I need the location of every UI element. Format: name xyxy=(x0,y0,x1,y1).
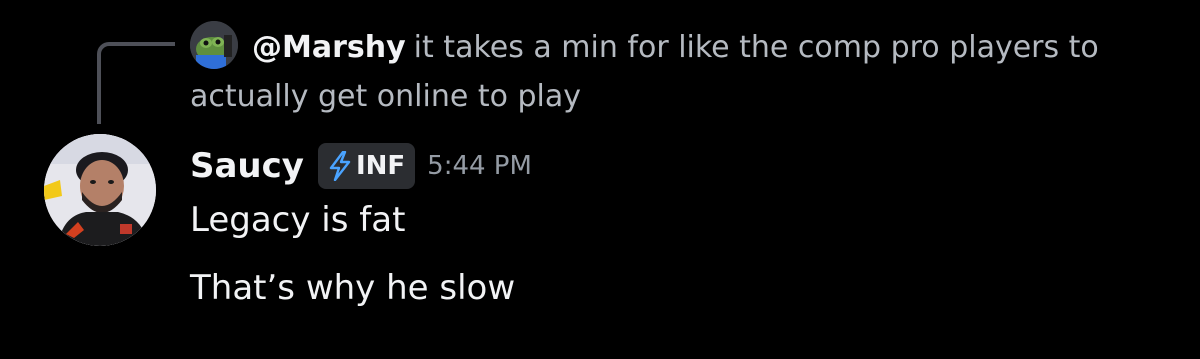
reply-author-name[interactable]: @Marshy xyxy=(252,30,406,65)
clan-tag-label: INF xyxy=(355,151,406,181)
message-timestamp: 5:44 PM xyxy=(427,151,532,181)
message-line: That’s why he slow xyxy=(190,268,516,308)
frog-avatar-icon[interactable] xyxy=(190,20,238,69)
reply-preview[interactable]: @Marshy it takes a min for like the comp … xyxy=(190,20,1180,121)
chat-message: @Marshy it takes a min for like the comp … xyxy=(0,0,1200,359)
message-header: Saucy INF 5:44 PM xyxy=(190,140,532,192)
clan-tag[interactable]: INF xyxy=(317,143,416,189)
lightning-bolt-icon xyxy=(329,151,351,181)
username[interactable]: Saucy xyxy=(190,146,304,186)
message-line: Legacy is fat xyxy=(190,200,406,240)
user-avatar[interactable] xyxy=(44,134,156,246)
reply-connector xyxy=(97,42,175,124)
